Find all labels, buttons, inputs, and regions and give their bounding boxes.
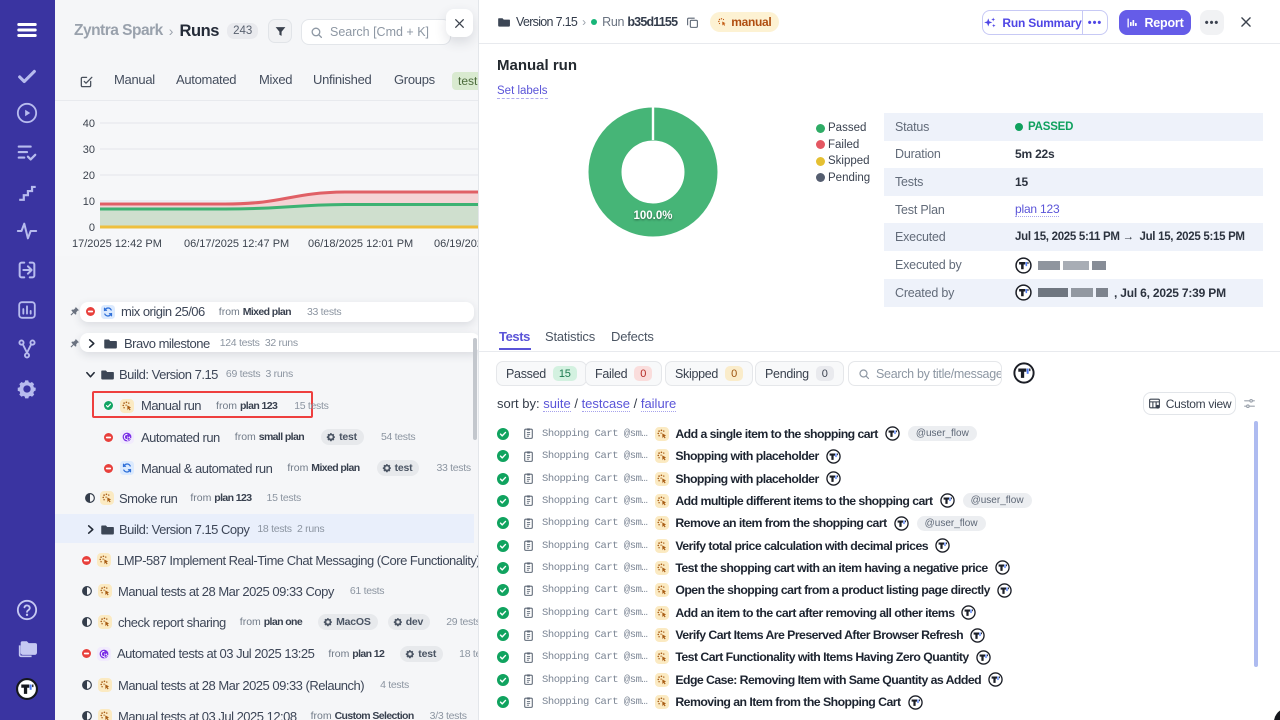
svg-text:40: 40 [83,118,95,130]
svg-text:30: 30 [83,144,95,156]
svg-text:06/19/2025: 06/19/2025 [434,238,478,250]
svg-text:20: 20 [83,170,95,182]
svg-text:0: 0 [89,222,95,234]
svg-text:17/2025 12:42 PM: 17/2025 12:42 PM [72,238,162,250]
svg-text:06/17/2025 12:47 PM: 06/17/2025 12:47 PM [184,238,289,250]
svg-text:100.0%: 100.0% [633,210,672,222]
svg-text:10: 10 [83,196,95,208]
svg-text:06/18/2025 12:01 PM: 06/18/2025 12:01 PM [308,238,413,250]
